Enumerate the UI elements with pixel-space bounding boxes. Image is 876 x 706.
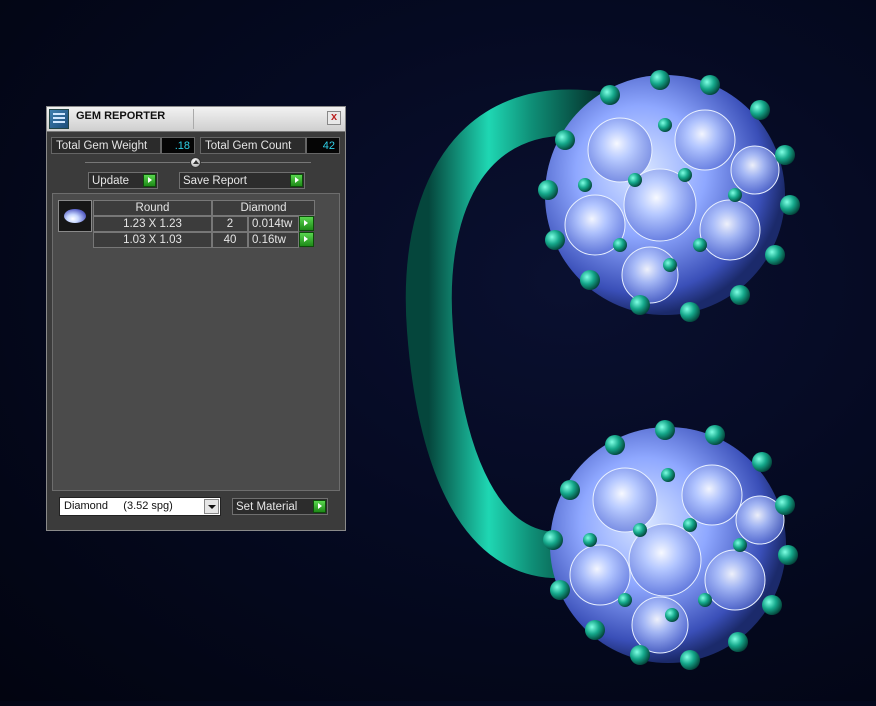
set-material-button[interactable]: Set Material xyxy=(232,498,328,515)
go-arrow-icon xyxy=(313,500,326,513)
row-weight: 0.16tw xyxy=(248,232,299,248)
go-arrow-icon xyxy=(143,174,156,187)
gem-list: Round Diamond 1.23 X 1.23 2 0.014tw 1.03… xyxy=(52,193,340,491)
total-gem-count-label: Total Gem Count xyxy=(200,137,306,154)
material-dropdown-value: Diamond (3.52 spg) xyxy=(64,500,173,512)
round-gem-thumbnail[interactable] xyxy=(58,200,92,232)
dropdown-arrow-icon[interactable] xyxy=(204,499,219,514)
panel-titlebar[interactable]: GEM REPORTER x xyxy=(47,107,345,132)
material-dropdown[interactable]: Diamond (3.52 spg) xyxy=(59,497,221,516)
go-arrow-icon xyxy=(290,174,303,187)
material-header: Diamond xyxy=(212,200,315,216)
shape-header: Round xyxy=(93,200,212,216)
row-size: 1.03 X 1.03 xyxy=(93,232,212,248)
go-arrow-icon[interactable] xyxy=(299,232,314,247)
gem-reporter-app-icon xyxy=(49,109,69,129)
total-gem-count-value: 42 xyxy=(306,137,340,154)
update-button[interactable]: Update xyxy=(88,172,158,189)
row-size: 1.23 X 1.23 xyxy=(93,216,212,232)
lower-gem-ball xyxy=(543,420,798,670)
total-gem-weight-value: .18 xyxy=(161,137,195,154)
update-button-label: Update xyxy=(92,175,130,187)
set-material-button-label: Set Material xyxy=(236,501,298,513)
close-icon[interactable]: x xyxy=(327,111,341,125)
row-weight: 0.014tw xyxy=(248,216,299,232)
row-count: 2 xyxy=(212,216,248,232)
go-arrow-icon[interactable] xyxy=(299,216,314,231)
splitter-handle-icon[interactable] xyxy=(190,157,201,168)
save-report-button-label: Save Report xyxy=(183,175,247,187)
gem-reporter-panel: GEM REPORTER x Total Gem Weight .18 Tota… xyxy=(46,106,346,531)
total-gem-weight-label: Total Gem Weight xyxy=(51,137,161,154)
row-count: 40 xyxy=(212,232,248,248)
save-report-button[interactable]: Save Report xyxy=(179,172,305,189)
titlebar-divider xyxy=(193,109,194,129)
panel-title: GEM REPORTER xyxy=(76,110,166,122)
